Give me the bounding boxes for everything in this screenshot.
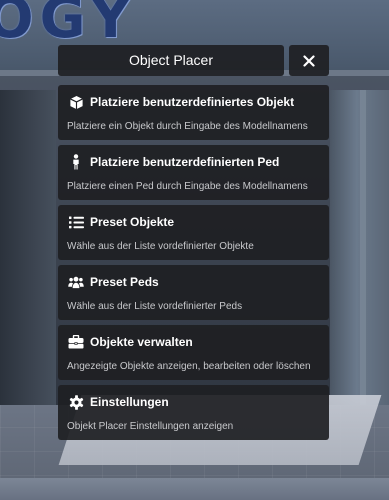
menu-item-title: Platziere benutzerdefiniertes Objekt xyxy=(90,95,295,109)
toolbox-icon xyxy=(68,334,84,350)
menu-item-description: Angezeigte Objekte anzeigen, bearbeiten … xyxy=(67,361,311,372)
menu-items: Platziere benutzerdefiniertes Objekt Pla… xyxy=(58,85,329,445)
menu-item-title: Einstellungen xyxy=(90,395,169,409)
list-icon xyxy=(68,214,84,230)
menu-item-title: Preset Objekte xyxy=(90,215,175,229)
menu-item-manage-objects[interactable]: Objekte verwalten Angezeigte Objekte anz… xyxy=(58,325,329,380)
person-icon xyxy=(68,154,84,170)
menu-item-description: Objekt Placer Einstellungen anzeigen xyxy=(67,421,234,432)
close-button[interactable] xyxy=(289,45,329,76)
menu-item-title: Preset Peds xyxy=(90,275,159,289)
menu-item-settings[interactable]: Einstellungen Objekt Placer Einstellunge… xyxy=(58,385,329,440)
menu-item-description: Platziere einen Ped durch Eingabe des Mo… xyxy=(67,181,308,192)
menu-item-description: Platziere ein Objekt durch Eingabe des M… xyxy=(67,121,308,132)
object-placer-menu: Object Placer Platziere benutzerdefinier… xyxy=(0,0,389,500)
menu-item-title: Objekte verwalten xyxy=(90,335,193,349)
menu-item-custom-ped[interactable]: Platziere benutzerdefinierten Ped Platzi… xyxy=(58,145,329,200)
users-icon xyxy=(68,274,84,290)
gear-icon xyxy=(68,394,84,410)
menu-item-custom-object[interactable]: Platziere benutzerdefiniertes Objekt Pla… xyxy=(58,85,329,140)
menu-item-description: Wähle aus der Liste vordefinierter Peds xyxy=(67,301,243,312)
menu-item-preset-peds[interactable]: Preset Peds Wähle aus der Liste vordefin… xyxy=(58,265,329,320)
menu-title: Object Placer xyxy=(58,45,284,76)
cube-icon xyxy=(68,94,84,110)
menu-item-preset-objects[interactable]: Preset Objekte Wähle aus der Liste vorde… xyxy=(58,205,329,260)
close-icon xyxy=(303,54,315,67)
menu-item-description: Wähle aus der Liste vordefinierter Objek… xyxy=(67,241,254,252)
menu-item-title: Platziere benutzerdefinierten Ped xyxy=(90,155,280,169)
